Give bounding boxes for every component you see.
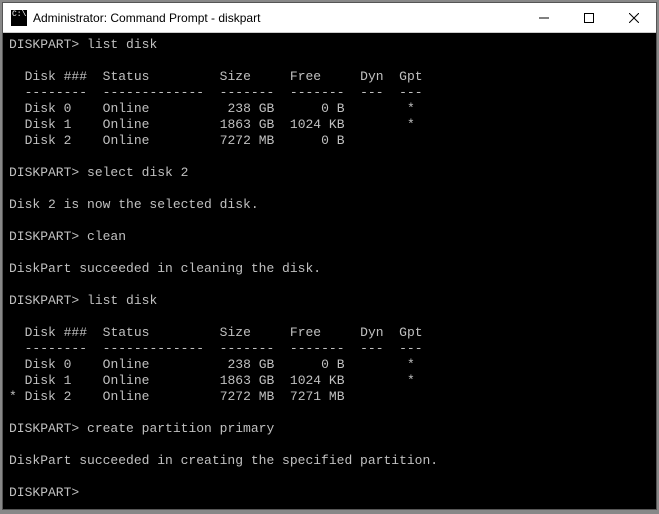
table-row: Disk 2 Online 7272 MB 0 B	[9, 133, 345, 148]
status-message: DiskPart succeeded in creating the speci…	[9, 453, 438, 468]
status-message: DiskPart succeeded in cleaning the disk.	[9, 261, 321, 276]
col-disk: Disk ###	[25, 69, 87, 84]
close-icon	[629, 13, 639, 23]
col-free: Free	[290, 69, 321, 84]
command-prompt-window: C:\. Administrator: Command Prompt - dis…	[2, 2, 657, 510]
col-dyn: Dyn	[360, 325, 383, 340]
col-free: Free	[290, 325, 321, 340]
minimize-icon	[539, 13, 549, 23]
col-size: Size	[220, 325, 251, 340]
close-button[interactable]	[611, 3, 656, 32]
prompt-line: DISKPART> select disk 2	[9, 165, 188, 180]
window-title: Administrator: Command Prompt - diskpart	[33, 11, 260, 25]
col-gpt: Gpt	[399, 69, 422, 84]
table-row: Disk 1 Online 1863 GB 1024 KB *	[9, 117, 415, 132]
maximize-icon	[584, 13, 594, 23]
col-status: Status	[103, 69, 150, 84]
table-row: * Disk 2 Online 7272 MB 7271 MB	[9, 389, 345, 404]
prompt-line: DISKPART>	[9, 485, 79, 500]
col-disk: Disk ###	[25, 325, 87, 340]
prompt-line: DISKPART> clean	[9, 229, 126, 244]
status-message: Disk 2 is now the selected disk.	[9, 197, 259, 212]
col-dyn: Dyn	[360, 69, 383, 84]
table-row: Disk 1 Online 1863 GB 1024 KB *	[9, 373, 415, 388]
prompt-line: DISKPART> create partition primary	[9, 421, 274, 436]
table-row: Disk 0 Online 238 GB 0 B *	[9, 357, 415, 372]
table-row: Disk 0 Online 238 GB 0 B *	[9, 101, 415, 116]
maximize-button[interactable]	[566, 3, 611, 32]
prompt-line: DISKPART> list disk	[9, 37, 157, 52]
app-icon: C:\.	[11, 10, 27, 26]
col-size: Size	[220, 69, 251, 84]
prompt-line: DISKPART> list disk	[9, 293, 157, 308]
col-status: Status	[103, 325, 150, 340]
minimize-button[interactable]	[521, 3, 566, 32]
col-gpt: Gpt	[399, 325, 422, 340]
titlebar[interactable]: C:\. Administrator: Command Prompt - dis…	[3, 3, 656, 33]
terminal-output[interactable]: DISKPART> list disk Disk ### Status Size…	[3, 33, 656, 509]
